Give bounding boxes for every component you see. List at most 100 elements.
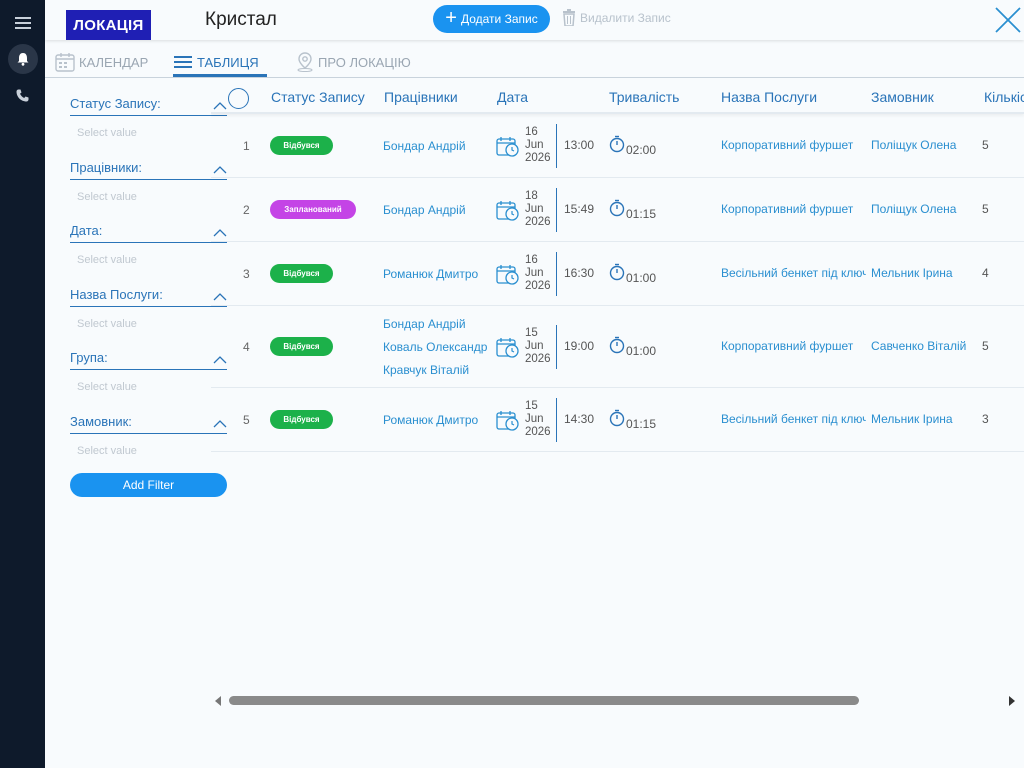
time-text: 14:30 — [564, 412, 595, 426]
date-text: 15 Jun 2026 — [525, 400, 551, 439]
filter-date[interactable]: Дата: Select value — [70, 217, 227, 281]
filter-label: Дата: — [70, 223, 103, 238]
filter-select-placeholder[interactable]: Select value — [77, 318, 137, 330]
stopwatch-icon — [609, 135, 625, 153]
filter-label: Статус Запису: — [70, 96, 161, 111]
status-badge[interactable]: Відбувся — [270, 264, 333, 283]
filter-underline — [70, 115, 227, 116]
table-row[interactable]: 3 Відбувся Романюк Дмитро 16 Jun 2026 16:30 01:… — [211, 242, 1024, 306]
table-row[interactable]: 1 Відбувся Бондар Андрій 16 Jun 2026 13:00 02:0… — [211, 114, 1024, 178]
scroll-right-arrow-icon[interactable] — [1009, 696, 1015, 706]
time-text: 19:00 — [564, 339, 595, 353]
service-link[interactable]: Весільний бенкет під ключ — [721, 412, 866, 426]
date-divider — [556, 124, 557, 168]
add-record-button[interactable]: + Додати Запис — [433, 5, 550, 33]
filter-employees[interactable]: Працівники: Select value — [70, 154, 227, 218]
filter-select-placeholder[interactable]: Select value — [77, 191, 137, 203]
filter-select-placeholder[interactable]: Select value — [77, 445, 137, 457]
table-row[interactable]: 2 Запланований Бондар Андрій 18 Jun 2026 15:49… — [211, 178, 1024, 242]
service-link[interactable]: Корпоративний фуршет — [721, 202, 866, 216]
filter-underline — [70, 305, 227, 307]
filter-label: Працівники: — [70, 159, 143, 175]
filter-label: Замовник: — [70, 413, 132, 429]
column-header-duration[interactable]: Тривалість — [609, 89, 679, 105]
filter-underline — [70, 242, 227, 243]
duration-text: 02:00 — [626, 143, 657, 157]
customer-link[interactable]: Мельник Ірина — [871, 412, 953, 426]
date-day: 18 — [525, 190, 538, 202]
location-badge: ЛОКАЦІЯ — [66, 10, 151, 40]
tab-table[interactable]: ТАБЛИЦЯ — [173, 51, 259, 73]
column-header-status[interactable]: Статус Запису — [271, 89, 365, 105]
stopwatch-icon — [609, 336, 625, 354]
filter-group[interactable]: Група: Select value — [70, 344, 227, 408]
tab-about-location[interactable]: ПРО ЛОКАЦІЮ — [296, 51, 411, 73]
filter-select-placeholder[interactable]: Select value — [77, 127, 137, 139]
customer-link[interactable]: Мельник Ірина — [871, 266, 953, 280]
filter-panel: Статус Запису: Select value Працівники: … — [70, 90, 227, 471]
status-badge[interactable]: Відбувся — [270, 410, 333, 429]
filter-status[interactable]: Статус Запису: Select value — [70, 90, 227, 154]
employee-link[interactable]: Бондар Андрій — [383, 199, 466, 222]
scrollbar-thumb[interactable] — [229, 696, 859, 705]
employee-link[interactable]: Кравчук Віталій — [383, 359, 469, 382]
service-link[interactable]: Корпоративний фуршет — [721, 138, 866, 152]
phone-icon[interactable] — [0, 80, 45, 110]
customer-link[interactable]: Савченко Віталій — [871, 339, 966, 353]
scroll-left-arrow-icon[interactable] — [215, 696, 221, 706]
service-link[interactable]: Весільний бенкет під ключ — [721, 266, 866, 280]
tab-calendar[interactable]: КАЛЕНДАР — [55, 51, 148, 73]
delete-record-button[interactable]: Видалити Запис — [562, 9, 671, 26]
view-tabs: КАЛЕНДАР ТАБЛИЦЯ ПРО ЛОКАЦІЮ — [45, 44, 1024, 78]
status-badge[interactable]: Запланований — [270, 200, 356, 219]
status-badge[interactable]: Відбувся — [270, 337, 333, 356]
filter-select-placeholder[interactable]: Select value — [77, 254, 137, 266]
add-record-label: Додати Запис — [460, 12, 538, 26]
add-filter-button[interactable]: Add Filter — [70, 473, 227, 497]
date-month: Jun — [525, 203, 544, 215]
filter-select-placeholder[interactable]: Select value — [77, 381, 137, 393]
date-divider — [556, 398, 557, 442]
list-icon — [174, 56, 192, 68]
service-link[interactable]: Корпоративний фуршет — [721, 339, 866, 353]
employee-link[interactable]: Бондар Андрій — [383, 135, 466, 158]
date-year: 2026 — [525, 216, 551, 228]
column-header-quantity[interactable]: Кількість — [984, 89, 1024, 105]
tab-calendar-label: КАЛЕНДАР — [79, 54, 149, 70]
column-header-employees[interactable]: Працівники — [384, 89, 458, 105]
row-number: 4 — [243, 340, 250, 354]
top-bar: ЛОКАЦІЯ Кристал + Додати Запис Видалити … — [45, 0, 1024, 40]
filter-label: Назва Послуги: — [70, 286, 163, 302]
stopwatch-icon — [609, 263, 625, 281]
table-row[interactable]: 4 Відбувся Бондар Андрій Коваль Олександр Кр… — [211, 306, 1024, 388]
employee-link[interactable]: Коваль Олександр — [383, 336, 487, 359]
employee-link[interactable]: Романюк Дмитро — [383, 263, 478, 286]
filter-service-name[interactable]: Назва Послуги: Select value — [70, 281, 227, 345]
close-icon[interactable] — [992, 4, 1024, 36]
horizontal-scrollbar[interactable] — [211, 692, 1024, 710]
date-day: 15 — [525, 327, 538, 339]
customer-link[interactable]: Поліщук Олена — [871, 138, 956, 152]
records-table: Статус Запису Працівники Дата Тривалість… — [211, 80, 1024, 460]
customer-link[interactable]: Поліщук Олена — [871, 202, 956, 216]
duration-text: 01:15 — [626, 207, 657, 221]
column-header-customer[interactable]: Замовник — [871, 89, 934, 105]
row-number: 2 — [243, 203, 250, 217]
table-row[interactable]: 5 Відбувся Романюк Дмитро 15 Jun 2026 14:30 01:… — [211, 388, 1024, 452]
calendar-clock-icon — [496, 336, 520, 358]
date-text: 18 Jun 2026 — [525, 190, 551, 229]
select-all-checkbox[interactable] — [228, 88, 249, 109]
date-month: Jun — [525, 267, 544, 279]
filter-customer[interactable]: Замовник: Select value — [70, 408, 227, 472]
notifications-button[interactable] — [0, 44, 45, 74]
column-header-date[interactable]: Дата — [497, 89, 528, 105]
time-text: 13:00 — [564, 138, 595, 152]
status-badge[interactable]: Відбувся — [270, 136, 333, 155]
employee-link[interactable]: Бондар Андрій — [383, 313, 466, 336]
employee-link[interactable]: Романюк Дмитро — [383, 409, 478, 432]
column-header-service[interactable]: Назва Послуги — [721, 89, 817, 105]
left-rail — [0, 0, 45, 768]
hamburger-menu-icon[interactable] — [0, 8, 45, 38]
time-text: 15:49 — [564, 202, 595, 216]
bell-icon — [7, 44, 38, 74]
